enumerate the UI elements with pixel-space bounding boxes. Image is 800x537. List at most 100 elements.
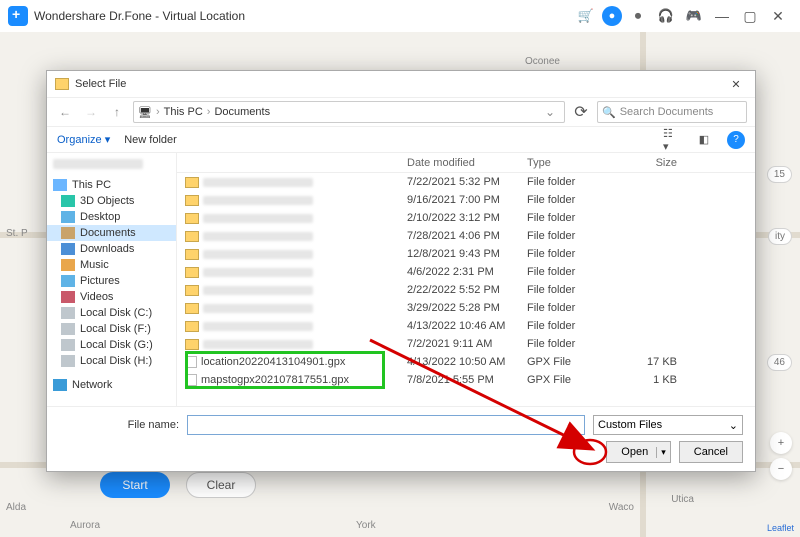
folder-icon <box>185 285 199 296</box>
filename-input[interactable] <box>187 415 585 435</box>
sidebar-item-disk-c[interactable]: Local Disk (C:) <box>47 305 176 321</box>
file-type: File folder <box>527 302 627 314</box>
dialog-close-button[interactable]: ✕ <box>725 73 747 95</box>
file-date: 7/2/2021 9:11 AM <box>407 338 527 350</box>
support-icon[interactable]: 🎧 <box>654 4 678 28</box>
sidebar-item-pictures[interactable]: Pictures <box>47 273 176 289</box>
clear-button[interactable]: Clear <box>186 472 256 498</box>
map-badge: 46 <box>767 354 792 371</box>
folder-icon <box>185 339 199 350</box>
file-date: 12/8/2021 9:43 PM <box>407 248 527 260</box>
file-row[interactable]: 2/22/2022 5:52 PMFile folder <box>177 281 755 299</box>
breadcrumb[interactable]: 🖥 › This PC › Documents ⌄ <box>133 101 565 123</box>
zoom-in-button[interactable]: + <box>770 432 792 454</box>
annotation-highlight <box>185 351 385 389</box>
maximize-button[interactable]: ▢ <box>736 2 764 30</box>
sidebar-item-downloads[interactable]: Downloads <box>47 241 176 257</box>
map-label: Utica <box>671 494 694 505</box>
help-button[interactable]: ? <box>727 131 745 149</box>
file-row[interactable]: 4/6/2022 2:31 PMFile folder <box>177 263 755 281</box>
folder-icon <box>55 78 69 90</box>
map-label: St. P <box>6 228 28 239</box>
file-row[interactable]: 7/28/2021 4:06 PMFile folder <box>177 227 755 245</box>
new-folder-button[interactable]: New folder <box>124 134 177 146</box>
sidebar-item-documents[interactable]: Documents <box>47 225 176 241</box>
close-button[interactable]: ✕ <box>764 2 792 30</box>
folder-icon <box>185 213 199 224</box>
file-open-dialog: Select File ✕ ← → ↑ 🖥 › This PC › Docume… <box>46 70 756 472</box>
app-title: Wondershare Dr.Fone - Virtual Location <box>34 9 245 23</box>
sidebar-item-disk-f[interactable]: Local Disk (F:) <box>47 321 176 337</box>
organize-menu[interactable]: Organize ▾ <box>57 133 110 146</box>
breadcrumb-item[interactable]: This PC <box>164 106 203 118</box>
cancel-button[interactable]: Cancel <box>679 441 743 463</box>
file-type: GPX File <box>527 356 627 368</box>
file-type: File folder <box>527 320 627 332</box>
col-date[interactable]: Date modified <box>407 157 527 169</box>
file-type: GPX File <box>527 374 627 386</box>
sidebar-item-thispc[interactable]: This PC <box>47 177 176 193</box>
record-icon[interactable]: ⏺ <box>626 4 650 28</box>
dialog-titlebar: Select File ✕ <box>47 71 755 97</box>
sidebar-item-network[interactable]: Network <box>47 377 176 393</box>
cart-icon[interactable]: 🛒 <box>574 4 598 28</box>
zoom-out-button[interactable]: − <box>770 458 792 480</box>
file-row[interactable]: 2/10/2022 3:12 PMFile folder <box>177 209 755 227</box>
chevron-down-icon[interactable]: ⌄ <box>540 102 560 122</box>
file-type: File folder <box>527 338 627 350</box>
sidebar-item-blurred <box>53 159 143 169</box>
file-row[interactable]: 4/13/2022 10:46 AMFile folder <box>177 317 755 335</box>
nav-back-button[interactable]: ← <box>55 102 75 122</box>
file-date: 2/22/2022 5:52 PM <box>407 284 527 296</box>
file-row[interactable]: 12/8/2021 9:43 PMFile folder <box>177 245 755 263</box>
file-name-blurred <box>203 286 313 295</box>
file-date: 7/8/2021 5:55 PM <box>407 374 527 386</box>
map-badge: ity <box>768 228 792 245</box>
file-row[interactable]: 9/16/2021 7:00 PMFile folder <box>177 191 755 209</box>
file-type: File folder <box>527 176 627 188</box>
nav-forward-button[interactable]: → <box>81 102 101 122</box>
app-logo-icon <box>8 6 28 26</box>
file-type: File folder <box>527 212 627 224</box>
col-size[interactable]: Size <box>627 157 687 169</box>
start-button[interactable]: Start <box>100 472 170 498</box>
filetype-filter[interactable]: Custom Files⌄ <box>593 415 743 435</box>
dialog-toolbar: Organize ▾ New folder ☷ ▾ ◧ ? <box>47 127 755 153</box>
map-badge: 15 <box>767 166 792 183</box>
col-type[interactable]: Type <box>527 157 627 169</box>
search-input[interactable]: 🔍 Search Documents <box>597 101 747 123</box>
file-list-header[interactable]: Date modified Type Size <box>177 153 755 173</box>
dialog-footer: File name: Custom Files⌄ Open▾ Cancel <box>47 406 755 471</box>
folder-sidebar: This PC 3D Objects Desktop Documents Dow… <box>47 153 177 406</box>
file-name-blurred <box>203 304 313 313</box>
gamepad-icon[interactable]: 🎮 <box>682 4 706 28</box>
sidebar-item-3dobjects[interactable]: 3D Objects <box>47 193 176 209</box>
file-list: Date modified Type Size 7/22/2021 5:32 P… <box>177 153 755 406</box>
file-row[interactable]: 7/22/2021 5:32 PMFile folder <box>177 173 755 191</box>
sidebar-item-desktop[interactable]: Desktop <box>47 209 176 225</box>
nav-up-button[interactable]: ↑ <box>107 102 127 122</box>
filename-label: File name: <box>59 419 179 431</box>
minimize-button[interactable]: — <box>708 2 736 30</box>
file-row[interactable]: 3/29/2022 5:28 PMFile folder <box>177 299 755 317</box>
map-label: Aurora <box>70 520 100 531</box>
folder-icon <box>185 249 199 260</box>
map-label: York <box>356 520 376 531</box>
file-type: File folder <box>527 284 627 296</box>
file-size: 1 KB <box>627 374 687 386</box>
breadcrumb-item[interactable]: Documents <box>214 106 270 118</box>
file-name-blurred <box>203 322 313 331</box>
sidebar-item-music[interactable]: Music <box>47 257 176 273</box>
user-avatar-icon[interactable]: ● <box>602 6 622 26</box>
folder-icon <box>185 303 199 314</box>
sidebar-item-disk-g[interactable]: Local Disk (G:) <box>47 337 176 353</box>
app-titlebar: Wondershare Dr.Fone - Virtual Location 🛒… <box>0 0 800 32</box>
open-button[interactable]: Open▾ <box>606 441 670 463</box>
preview-pane-button[interactable]: ◧ <box>695 131 713 149</box>
map-label: Waco <box>609 502 634 513</box>
refresh-button[interactable]: ⟳ <box>571 102 591 122</box>
sidebar-item-disk-h[interactable]: Local Disk (H:) <box>47 353 176 369</box>
folder-icon <box>185 195 199 206</box>
sidebar-item-videos[interactable]: Videos <box>47 289 176 305</box>
view-layout-button[interactable]: ☷ ▾ <box>663 131 681 149</box>
